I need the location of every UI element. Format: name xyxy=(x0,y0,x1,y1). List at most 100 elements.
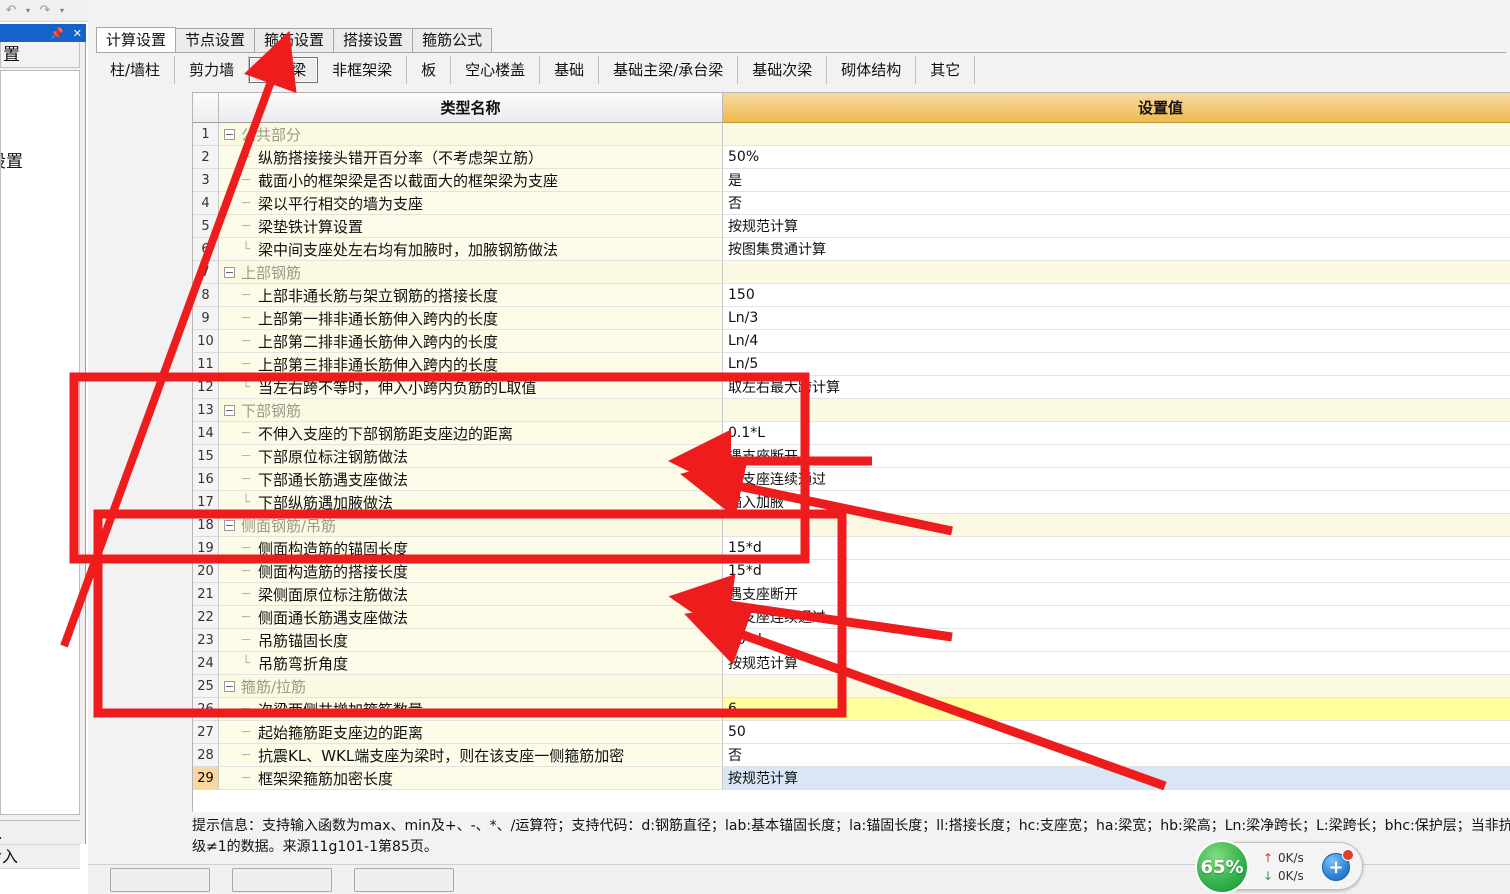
row-value-cell[interactable]: 50 xyxy=(723,721,1510,744)
table-row[interactable]: 18− 侧面钢筋/吊筋 xyxy=(193,514,1510,537)
row-value-cell[interactable]: 20*d xyxy=(723,629,1510,652)
row-value-cell[interactable]: 遇支座连续通过 xyxy=(723,606,1510,629)
table-row[interactable]: 16 ─ 下部通长筋遇支座做法 遇支座连续通过 xyxy=(193,468,1510,491)
row-value-cell[interactable] xyxy=(723,261,1510,284)
row-value-cell[interactable]: Ln/5 xyxy=(723,353,1510,376)
row-name-cell[interactable]: − 下部钢筋 xyxy=(219,399,723,422)
tree-collapse-icon[interactable]: − xyxy=(224,128,235,140)
row-value-cell[interactable]: 按图集贯通计算 xyxy=(723,238,1510,261)
row-value-cell[interactable]: 锚入加腋 xyxy=(723,491,1510,514)
row-name-cell[interactable]: ─ 上部非通长筋与架立钢筋的搭接长度 xyxy=(219,284,723,307)
secondary-tab-3[interactable]: 非框架梁 xyxy=(318,56,408,84)
secondary-tab-0[interactable]: 柱/墙柱 xyxy=(96,56,176,84)
primary-tab-4[interactable]: 箍筋公式 xyxy=(412,28,493,52)
table-row[interactable]: 2 ─ 纵筋搭接接头错开百分率（不考虑架立筋） 50% xyxy=(193,146,1510,169)
left-panel-footer-item-2[interactable]: 命入 xyxy=(0,845,80,869)
row-name-cell[interactable]: − 箍筋/拉筋 xyxy=(219,675,723,698)
table-row[interactable]: 25− 箍筋/拉筋 xyxy=(193,675,1510,698)
table-row[interactable]: 22 ─ 侧面通长筋遇支座做法 遇支座连续通过 xyxy=(193,606,1510,629)
row-name-cell[interactable]: ─ 截面小的框架梁是否以截面大的框架梁为支座 xyxy=(219,169,723,192)
row-value-cell[interactable]: 6 xyxy=(723,698,1510,721)
network-speed-widget[interactable]: 65% ↑ ↓ 0K/s 0K/s + xyxy=(1195,840,1363,894)
row-name-cell[interactable]: ─ 侧面通长筋遇支座做法 xyxy=(219,606,723,629)
row-name-cell[interactable]: ─ 抗震KL、WKL端支座为梁时，则在该支座一侧箍筋加密 xyxy=(219,744,723,767)
left-panel-entry-label[interactable]: 设置 xyxy=(1,147,23,172)
table-row[interactable]: 17 └ 下部纵筋遇加腋做法 锚入加腋 xyxy=(193,491,1510,514)
row-value-cell[interactable]: 遇支座断开 xyxy=(723,445,1510,468)
table-row[interactable]: 8 ─ 上部非通长筋与架立钢筋的搭接长度 150 xyxy=(193,284,1510,307)
cpu-percent-ball[interactable]: 65% xyxy=(1195,840,1249,894)
row-value-cell[interactable]: 遇支座断开 xyxy=(723,583,1510,606)
row-name-cell[interactable]: ─ 上部第一排非通长筋伸入跨内的长度 xyxy=(219,307,723,330)
secondary-tab-2[interactable]: 框架梁 xyxy=(249,57,319,83)
left-panel-footer-item-1[interactable]: 入 xyxy=(0,821,80,845)
table-row[interactable]: 21 ─ 梁侧面原位标注筋做法 遇支座断开 xyxy=(193,583,1510,606)
row-name-cell[interactable]: ─ 框架梁箍筋加密长度 xyxy=(219,767,723,790)
row-value-cell[interactable]: 50% xyxy=(723,146,1510,169)
primary-tab-3[interactable]: 搭接设置 xyxy=(333,28,414,52)
secondary-tab-8[interactable]: 基础次梁 xyxy=(738,56,828,84)
left-panel-tab[interactable]: 置 xyxy=(0,42,80,68)
table-row[interactable]: 5 ─ 梁垫铁计算设置 按规范计算 xyxy=(193,215,1510,238)
table-row[interactable]: 1− 公共部分 xyxy=(193,123,1510,146)
row-name-cell[interactable]: ─ 下部通长筋遇支座做法 xyxy=(219,468,723,491)
tree-collapse-icon[interactable]: − xyxy=(224,519,235,531)
row-value-cell[interactable]: 否 xyxy=(723,744,1510,767)
table-row[interactable]: 27 ─ 起始箍筋距支座边的距离 50 xyxy=(193,721,1510,744)
tree-collapse-icon[interactable]: − xyxy=(224,266,235,278)
row-name-cell[interactable]: ─ 侧面构造筋的锚固长度 xyxy=(219,537,723,560)
tree-collapse-icon[interactable]: − xyxy=(224,680,235,692)
row-name-cell[interactable]: ─ 侧面构造筋的搭接长度 xyxy=(219,560,723,583)
table-row[interactable]: 26 ─ 次梁两侧共增加箍筋数量 6 xyxy=(193,698,1510,721)
pin-icon[interactable]: 📌 xyxy=(50,28,64,39)
table-row[interactable]: 4 ─ 梁以平行相交的墙为支座 否 xyxy=(193,192,1510,215)
row-name-cell[interactable]: ─ 次梁两侧共增加箍筋数量 xyxy=(219,698,723,721)
table-row[interactable]: 23 ─ 吊筋锚固长度 20*d xyxy=(193,629,1510,652)
table-row[interactable]: 6 └ 梁中间支座处左右均有加腋时，加腋钢筋做法 按图集贯通计算 xyxy=(193,238,1510,261)
row-name-cell[interactable]: └ 梁中间支座处左右均有加腋时，加腋钢筋做法 xyxy=(219,238,723,261)
row-value-cell[interactable]: 否 xyxy=(723,192,1510,215)
row-value-cell[interactable]: 0.1*L xyxy=(723,422,1510,445)
table-row[interactable]: 13− 下部钢筋 xyxy=(193,399,1510,422)
row-value-cell[interactable]: 是 xyxy=(723,169,1510,192)
bottom-button-2[interactable] xyxy=(232,867,332,892)
row-value-cell[interactable]: 按规范计算 xyxy=(723,767,1510,790)
table-row[interactable]: 15 ─ 下部原位标注钢筋做法 遇支座断开 xyxy=(193,445,1510,468)
tree-collapse-icon[interactable]: − xyxy=(224,404,235,416)
row-value-cell[interactable] xyxy=(723,123,1510,146)
row-value-cell[interactable] xyxy=(723,514,1510,537)
secondary-tab-5[interactable]: 空心楼盖 xyxy=(451,56,541,84)
secondary-tab-9[interactable]: 砌体结构 xyxy=(827,56,917,84)
row-name-cell[interactable]: ─ 不伸入支座的下部钢筋距支座边的距离 xyxy=(219,422,723,445)
row-name-cell[interactable]: └ 吊筋弯折角度 xyxy=(219,652,723,675)
row-name-cell[interactable]: ─ 上部第三排非通长筋伸入跨内的长度 xyxy=(219,353,723,376)
redo-icon[interactable]: ↷ xyxy=(36,2,54,20)
table-row[interactable]: 24 └ 吊筋弯折角度 按规范计算 xyxy=(193,652,1510,675)
redo-dropdown-caret[interactable]: ▾ xyxy=(56,2,68,20)
table-row[interactable]: 11 ─ 上部第三排非通长筋伸入跨内的长度 Ln/5 xyxy=(193,353,1510,376)
row-name-cell[interactable]: − 公共部分 xyxy=(219,123,723,146)
row-value-cell[interactable]: 遇支座连续通过 xyxy=(723,468,1510,491)
table-row[interactable]: 3 ─ 截面小的框架梁是否以截面大的框架梁为支座 是 xyxy=(193,169,1510,192)
row-name-cell[interactable]: ─ 吊筋锚固长度 xyxy=(219,629,723,652)
row-name-cell[interactable]: └ 当左右跨不等时，伸入小跨内负筋的L取值 xyxy=(219,376,723,399)
row-value-cell[interactable]: 按规范计算 xyxy=(723,215,1510,238)
table-row[interactable]: 10 ─ 上部第二排非通长筋伸入跨内的长度 Ln/4 xyxy=(193,330,1510,353)
table-row[interactable]: 20 ─ 侧面构造筋的搭接长度 15*d xyxy=(193,560,1510,583)
row-value-cell[interactable]: Ln/3 xyxy=(723,307,1510,330)
primary-tab-2[interactable]: 箍筋设置 xyxy=(254,28,335,52)
secondary-tab-7[interactable]: 基础主梁/承台梁 xyxy=(599,56,739,84)
secondary-tab-1[interactable]: 剪力墙 xyxy=(175,56,250,84)
undo-icon[interactable]: ↶ xyxy=(2,2,20,20)
row-name-cell[interactable]: ─ 梁垫铁计算设置 xyxy=(219,215,723,238)
row-value-cell[interactable] xyxy=(723,675,1510,698)
row-name-cell[interactable]: ─ 下部原位标注钢筋做法 xyxy=(219,445,723,468)
secondary-tab-4[interactable]: 板 xyxy=(407,56,452,84)
row-name-cell[interactable]: ─ 上部第二排非通长筋伸入跨内的长度 xyxy=(219,330,723,353)
primary-tab-0[interactable]: 计算设置 xyxy=(96,27,177,52)
secondary-tab-10[interactable]: 其它 xyxy=(916,56,976,84)
row-name-cell[interactable]: ─ 起始箍筋距支座边的距离 xyxy=(219,721,723,744)
row-name-cell[interactable]: − 上部钢筋 xyxy=(219,261,723,284)
row-value-cell[interactable] xyxy=(723,399,1510,422)
table-row[interactable]: 29 ─ 框架梁箍筋加密长度 按规范计算 xyxy=(193,767,1510,790)
